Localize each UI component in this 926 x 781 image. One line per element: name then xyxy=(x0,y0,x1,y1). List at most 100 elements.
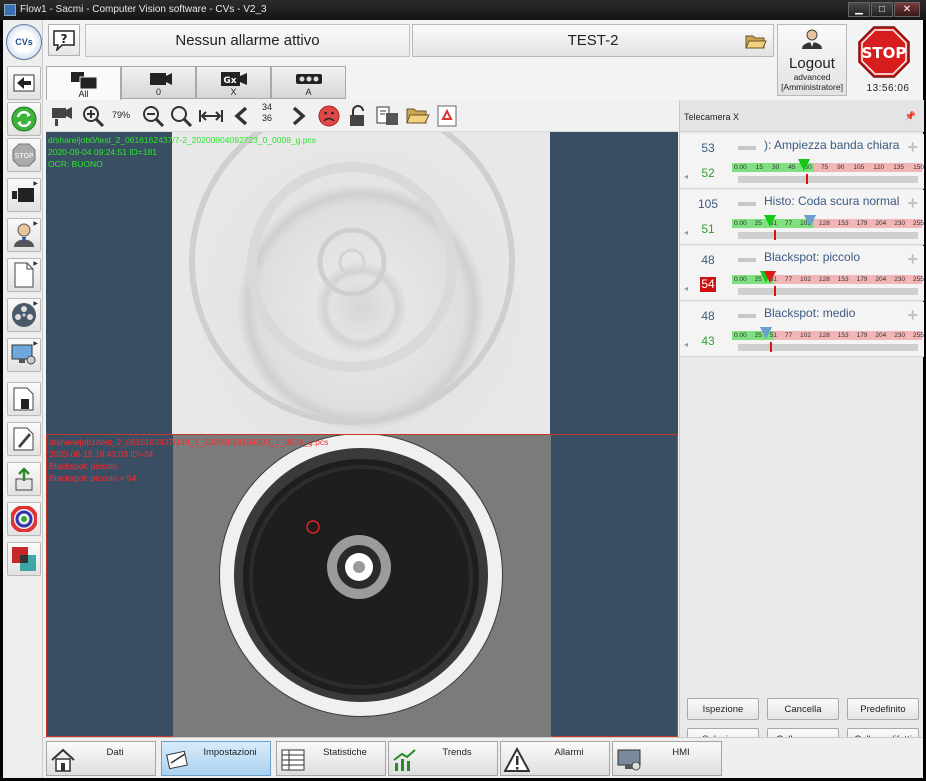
value-track[interactable] xyxy=(738,342,918,352)
refresh-icon xyxy=(11,106,37,132)
back-button[interactable] xyxy=(7,66,41,100)
nav-impostazioni[interactable]: Impostazioni xyxy=(161,741,271,776)
unlock-button[interactable] xyxy=(348,105,368,127)
logout-label: Logout xyxy=(789,55,835,72)
collapse-arrow-icon[interactable]: ◂ xyxy=(684,340,688,349)
tab-camera-all[interactable]: All xyxy=(46,66,121,100)
decrease-button[interactable] xyxy=(738,202,756,206)
value-track[interactable] xyxy=(738,286,918,296)
open-folder-button[interactable] xyxy=(406,105,430,127)
stop-button[interactable]: STOP xyxy=(858,26,910,78)
decrease-button[interactable] xyxy=(738,314,756,318)
help-button[interactable]: ? xyxy=(48,24,80,56)
current-value: 53 xyxy=(701,141,715,155)
user-role: [Amministratore] xyxy=(781,82,843,92)
transfer-button[interactable] xyxy=(376,105,400,127)
collapse-arrow-icon[interactable]: ◂ xyxy=(684,172,688,181)
submenu-arrow-icon: ▶ xyxy=(33,301,38,307)
ispezione-button[interactable]: Ispezione xyxy=(687,698,759,720)
user-menu-button[interactable]: ▶ xyxy=(7,218,41,252)
collapse-arrow-icon[interactable]: ◂ xyxy=(684,284,688,293)
recipe-name: TEST-2 xyxy=(567,32,619,49)
cancella-button[interactable]: Cancella xyxy=(767,698,839,720)
scale-tick-label: 230 xyxy=(894,332,906,339)
threshold-scale[interactable]: 0.00 25 51 77 102 128 153 179 204 230 255 xyxy=(732,327,924,340)
stop-side-button[interactable]: STOP xyxy=(7,138,41,172)
camera-menu-button[interactable]: ▶ xyxy=(7,178,41,212)
fit-width-button[interactable] xyxy=(198,105,224,127)
inspection-result: Blackspot: piccolo xyxy=(49,461,118,471)
reject-button[interactable] xyxy=(318,105,340,127)
export-button[interactable] xyxy=(7,462,41,496)
value-track[interactable] xyxy=(738,230,918,240)
open-folder-icon[interactable] xyxy=(745,32,767,54)
collapse-arrow-icon[interactable]: ◂ xyxy=(684,228,688,237)
camera-ooo-icon xyxy=(295,74,322,84)
maximize-button[interactable]: □ xyxy=(871,2,893,17)
svg-text:STOP: STOP xyxy=(862,44,907,62)
reel-menu-button[interactable]: ▶ xyxy=(7,298,41,332)
threshold-scale[interactable]: 0.00 25 51 77 102 128 153 179 204 230 255 xyxy=(732,215,924,228)
zoom-in-button[interactable] xyxy=(82,105,104,127)
next-button[interactable] xyxy=(290,105,308,127)
increase-button[interactable]: + xyxy=(907,306,918,324)
value-track[interactable] xyxy=(738,174,918,184)
stop-sign-icon: STOP xyxy=(858,26,910,78)
recycle-icon xyxy=(437,105,457,127)
image-view-bottom[interactable]: d/share/job1/test_2_0616162437/144_1_202… xyxy=(46,434,678,737)
nav-statistiche[interactable]: Statistiche xyxy=(276,741,386,776)
decrease-button[interactable] xyxy=(738,258,756,262)
previous-button[interactable] xyxy=(232,105,250,127)
value-marker[interactable] xyxy=(764,271,776,283)
layers-button[interactable] xyxy=(7,542,41,576)
threshold-scale[interactable]: 0.00 15 30 45 60 75 90 105 120 135 150 xyxy=(732,159,924,172)
scale-labels: 0.00 25 51 77 102 128 153 179 204 230 255 xyxy=(734,219,924,228)
value-marker[interactable] xyxy=(760,327,773,339)
close-button[interactable]: ✕ xyxy=(894,2,920,17)
threshold-value: 51 xyxy=(701,222,715,236)
increase-button[interactable]: + xyxy=(907,250,918,268)
nav-allarmi[interactable]: Allarmi xyxy=(500,741,610,776)
threshold-scale[interactable]: 0.00 25 51 77 102 128 153 179 204 230 255 xyxy=(732,271,924,284)
threshold-marker[interactable] xyxy=(764,215,776,227)
monitor-settings-button[interactable]: ▶ xyxy=(7,338,41,372)
camera-icon xyxy=(12,188,34,202)
home-icon xyxy=(51,748,75,772)
decrease-button[interactable] xyxy=(738,146,756,150)
zoom-fit-button[interactable] xyxy=(170,105,192,127)
camera-icon xyxy=(149,73,172,85)
zoom-fit-icon xyxy=(171,106,192,127)
threshold-control: 48 54 ◂ Blackspot: piccolo +0.00 25 51 77 102 128… xyxy=(680,246,924,301)
increase-button[interactable]: + xyxy=(907,194,918,212)
nav-trends[interactable]: Trends xyxy=(388,741,498,776)
zoom-out-button[interactable] xyxy=(142,105,164,127)
tab-camera-a[interactable]: A xyxy=(271,66,346,99)
image-view-top[interactable]: d/share/job0/test_2_0616162437/7-2_20200… xyxy=(46,132,678,434)
edit-button[interactable] xyxy=(7,422,41,456)
camera-settings-button[interactable] xyxy=(50,105,74,127)
pin-icon[interactable]: 📌 xyxy=(905,111,916,122)
zoom-out-icon xyxy=(143,106,164,127)
recycle-button[interactable] xyxy=(436,105,458,127)
color-button[interactable] xyxy=(7,502,41,536)
scale-tick-label: 128 xyxy=(818,276,830,283)
tab-camera-x[interactable]: Gx X xyxy=(196,66,271,99)
increase-button[interactable]: + xyxy=(907,138,918,156)
value-marker[interactable] xyxy=(798,159,811,171)
save-button[interactable] xyxy=(7,382,41,416)
logout-button[interactable]: Logout advanced [Amministratore] xyxy=(777,24,847,96)
document-menu-button[interactable]: ▶ xyxy=(7,258,41,292)
recipe-selector[interactable]: TEST-2 xyxy=(412,24,774,57)
refresh-button[interactable] xyxy=(7,102,41,136)
minimize-button[interactable]: ▁ xyxy=(848,2,870,17)
scale-tick-label: 120 xyxy=(873,164,885,171)
scale-tick-label: 128 xyxy=(818,220,830,227)
value-marker[interactable] xyxy=(803,215,816,227)
nav-hmi[interactable]: HMI xyxy=(612,741,722,776)
threshold-control: 48 43 ◂ Blackspot: medio +0.00 25 51 77 102 128 15… xyxy=(680,302,924,357)
scale-tick-label: 77 xyxy=(784,332,793,339)
predefinito-button[interactable]: Predefinito xyxy=(847,698,919,720)
tab-camera-0[interactable]: 0 xyxy=(121,66,196,99)
scale-tick-label: 204 xyxy=(875,332,887,339)
nav-dati[interactable]: Dati xyxy=(46,741,156,776)
